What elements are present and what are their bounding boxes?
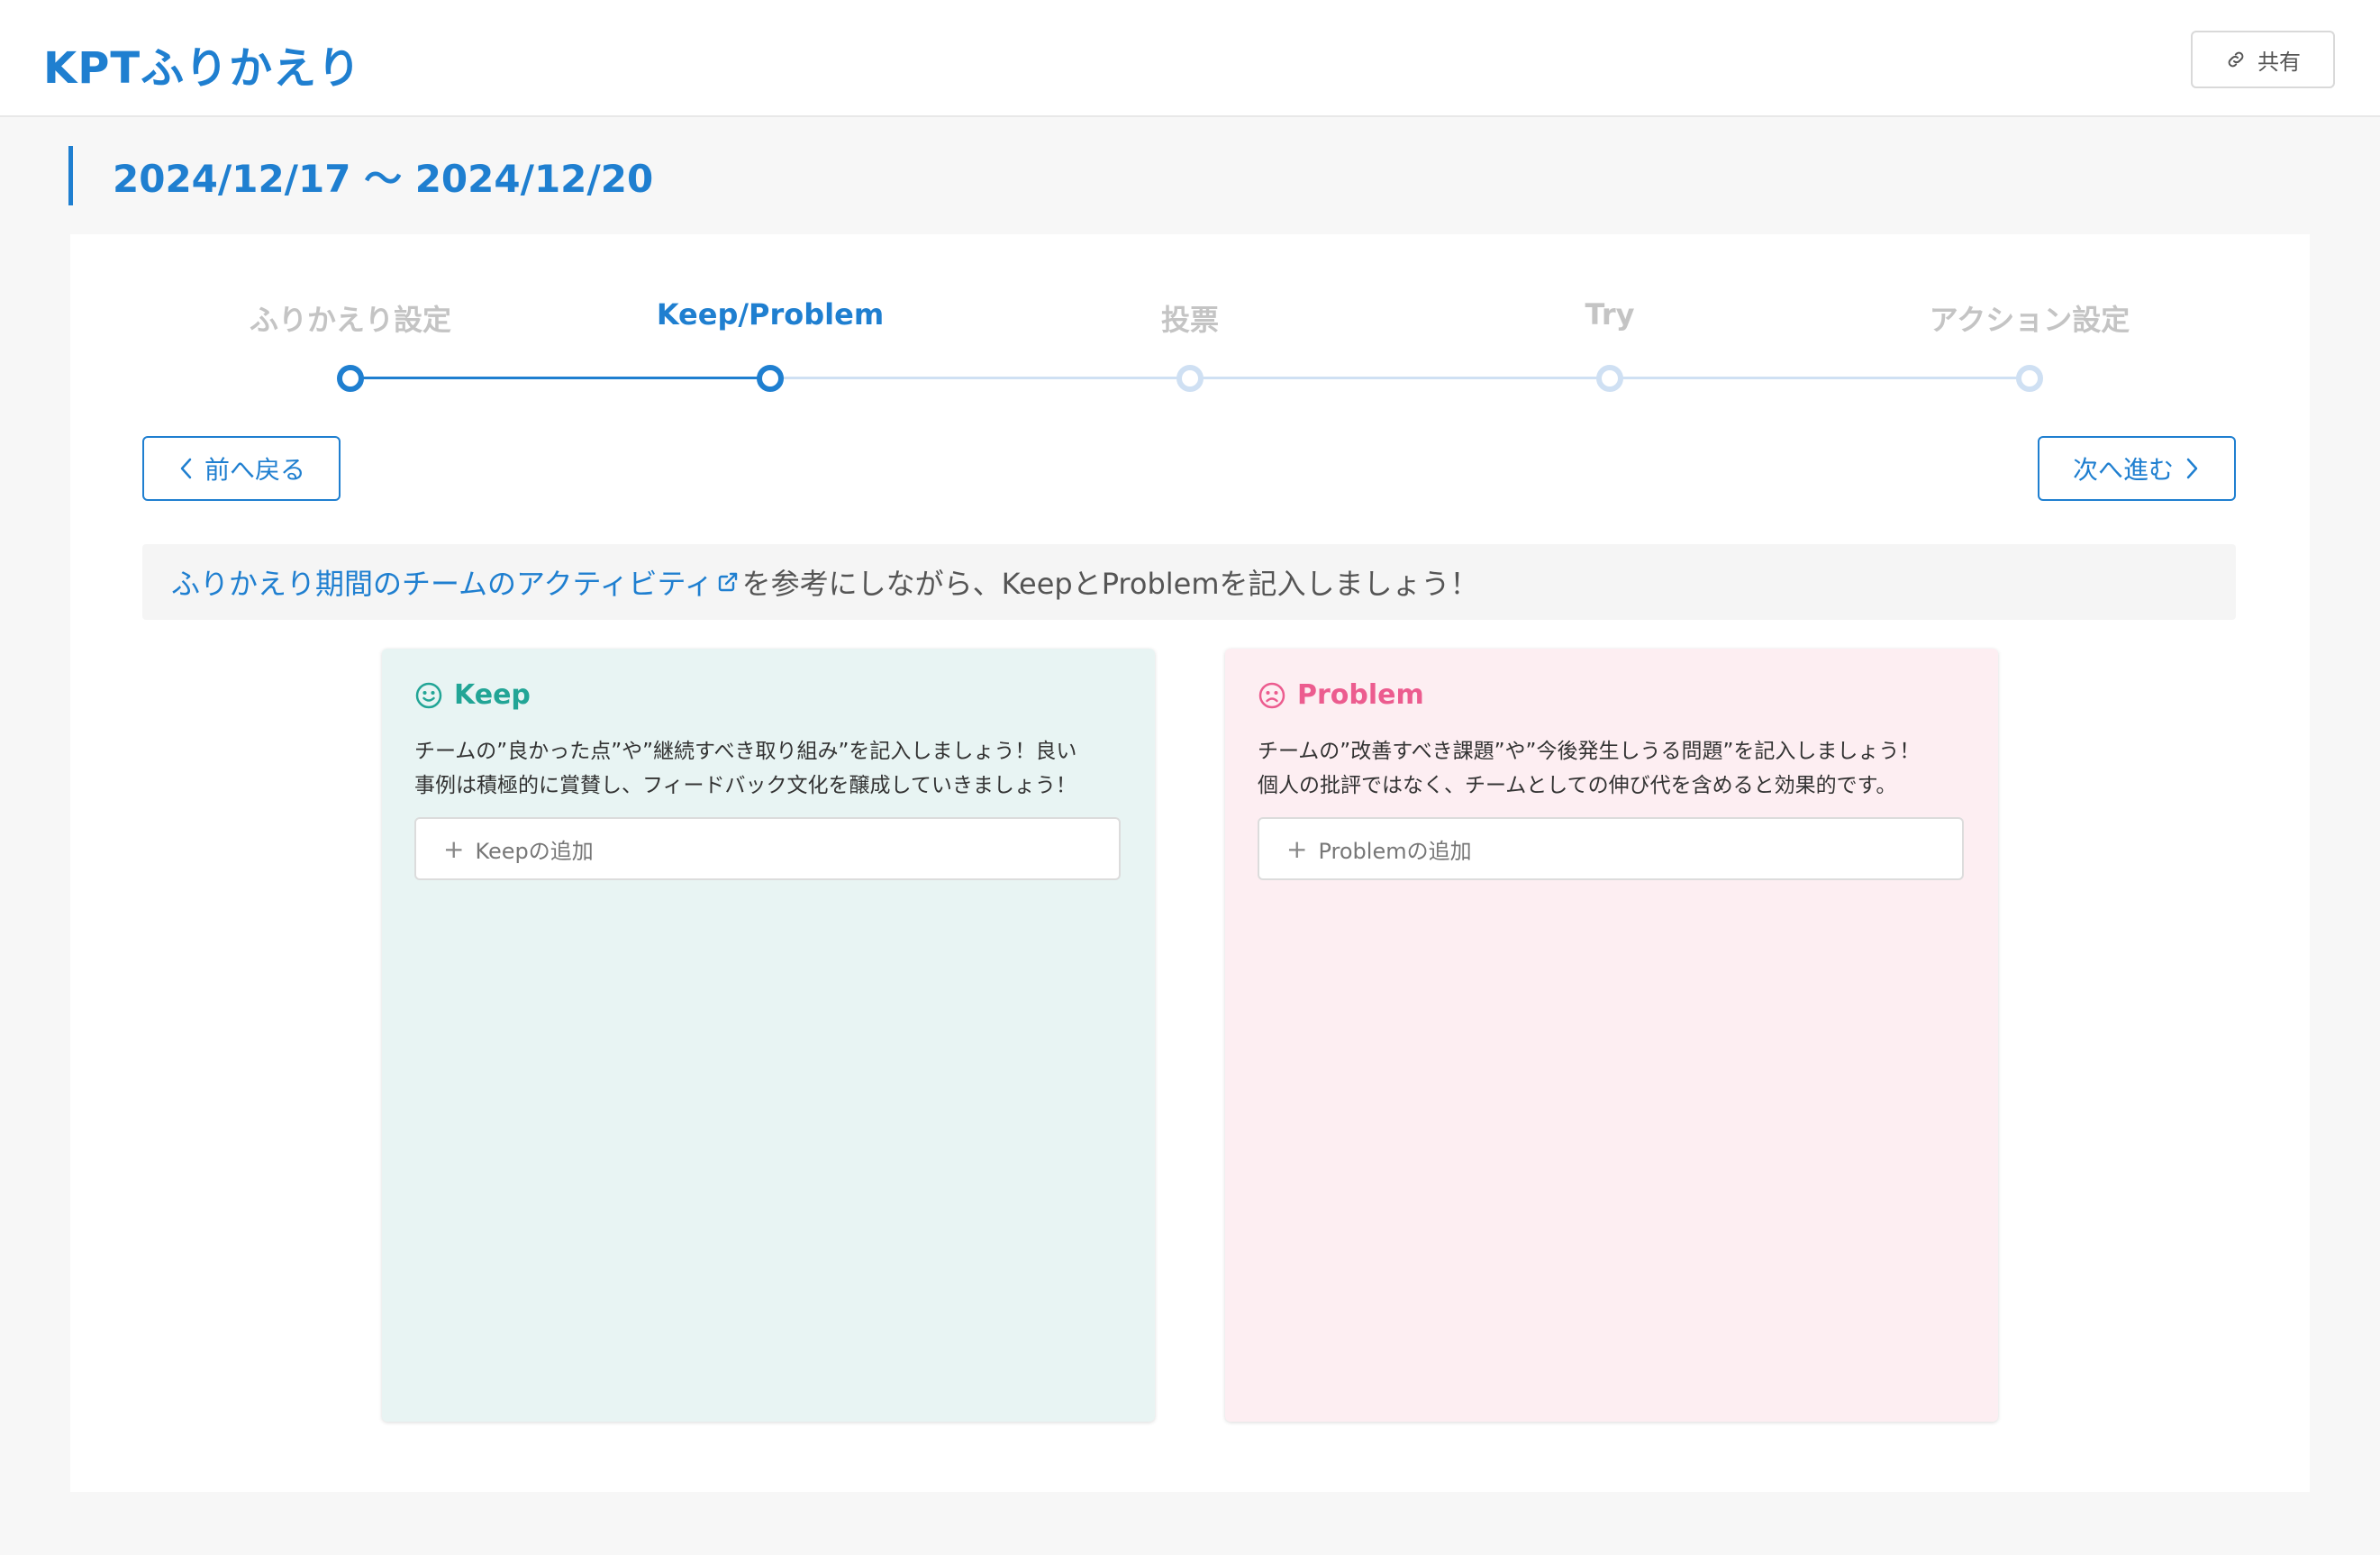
instruction-text: を参考にしながら、KeepとProblemを記入しましょう！: [741, 567, 1479, 601]
problem-description: チームの”改善すべき課題”や”今後発生しうる問題”を記入しましょう！ 個人の批評…: [1258, 740, 1921, 797]
activity-link[interactable]: ふりかえり期間のチームのアクティビティ: [171, 561, 742, 603]
step-label-vote: 投票: [1160, 303, 1219, 337]
keep-description: チームの”良かった点”や”継続すべき取り組み”を記入しましょう！良い 事例は積極…: [414, 740, 1077, 797]
next-button[interactable]: 次へ進む: [2038, 436, 2236, 501]
app-title: KPTふりかえり: [43, 43, 362, 94]
step-progress: ふりかえり設定 Keep/Problem 投票 Try アクション設定: [70, 234, 2310, 414]
add-keep-placeholder: Keepの追加: [475, 838, 594, 864]
step-dot-vote: [1176, 365, 1204, 392]
step-dot-action: [2016, 365, 2043, 392]
external-link-icon: [718, 572, 737, 592]
step-line-done: [350, 377, 770, 379]
prev-label: 前へ戻る: [204, 455, 305, 485]
step-label-try: Try: [1585, 297, 1635, 332]
share-button[interactable]: 共有: [2191, 31, 2335, 88]
instruction-banner: ふりかえり期間のチームのアクティビティ を参考にしながら、KeepとProble…: [142, 544, 2236, 620]
keep-title: Keep: [454, 679, 531, 711]
add-problem-placeholder: Problemの追加: [1318, 838, 1472, 864]
link-icon: [2228, 51, 2244, 68]
add-keep-input[interactable]: + Keepの追加: [414, 817, 1121, 880]
problem-title: Problem: [1297, 679, 1424, 711]
period-title: 2024/12/17 〜 2024/12/20: [68, 146, 653, 205]
prev-button[interactable]: 前へ戻る: [142, 436, 341, 501]
app-header: KPTふりかえり 共有: [0, 0, 2380, 117]
step-label-action: アクション設定: [1929, 303, 2130, 337]
step-label-settings: ふりかえり設定: [249, 303, 451, 337]
keep-header: Keep: [414, 679, 1122, 711]
next-label: 次へ進む: [2072, 455, 2174, 485]
plus-icon: +: [1286, 833, 1308, 864]
plus-icon: +: [443, 833, 465, 864]
share-label: 共有: [2257, 49, 2301, 75]
keep-card: Keep チームの”良かった点”や”継続すべき取り組み”を記入しましょう！良い …: [382, 649, 1155, 1422]
step-label-keep-problem: Keep/Problem: [656, 297, 885, 332]
chevron-left-icon: [180, 458, 192, 479]
step-dot-settings: [337, 365, 364, 392]
chevron-right-icon: [2186, 458, 2198, 479]
problem-card: Problem チームの”改善すべき課題”や”今後発生しうる問題”を記入しましょ…: [1225, 649, 1998, 1422]
frown-icon: [1258, 682, 1285, 708]
smile-icon: [415, 682, 442, 708]
step-dot-try: [1596, 365, 1623, 392]
problem-header: Problem: [1258, 679, 1966, 711]
activity-link-text: ふりかえり期間のチームのアクティビティ: [171, 567, 713, 601]
step-dot-keep-problem: [757, 365, 784, 392]
add-problem-input[interactable]: + Problemの追加: [1258, 817, 1964, 880]
main-panel: ふりかえり設定 Keep/Problem 投票 Try アクション設定 前へ戻る…: [70, 234, 2310, 1492]
step-line-remaining: [770, 377, 2030, 379]
